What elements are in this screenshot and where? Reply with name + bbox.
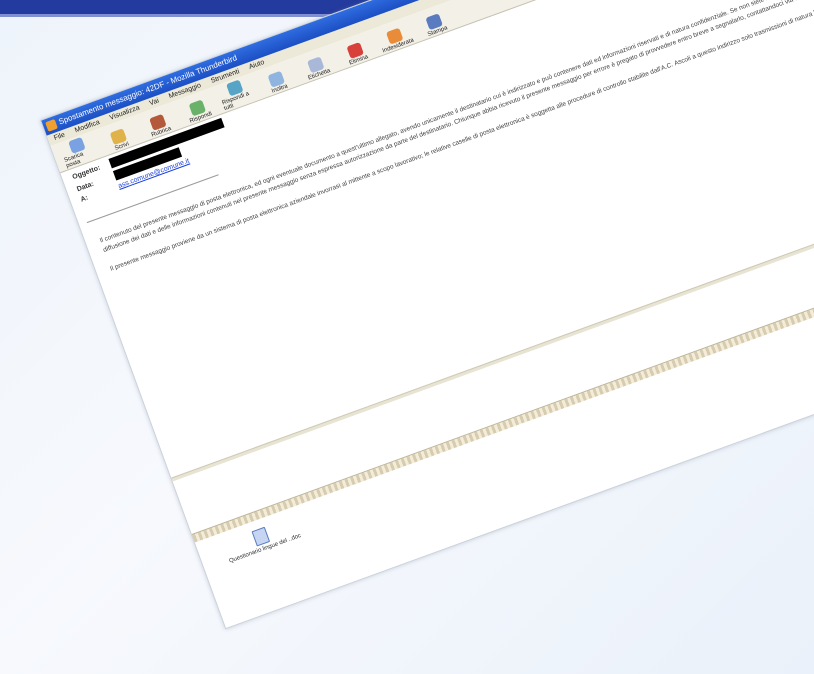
menu-go[interactable]: Vai (149, 97, 160, 107)
menu-file[interactable]: File (53, 132, 66, 142)
thunderbird-icon (45, 118, 58, 132)
email-window: Spostamento messaggio: 42DF - Mozilla Th… (40, 0, 814, 630)
screenshot-stage: Spostamento messaggio: 42DF - Mozilla Th… (0, 0, 814, 674)
